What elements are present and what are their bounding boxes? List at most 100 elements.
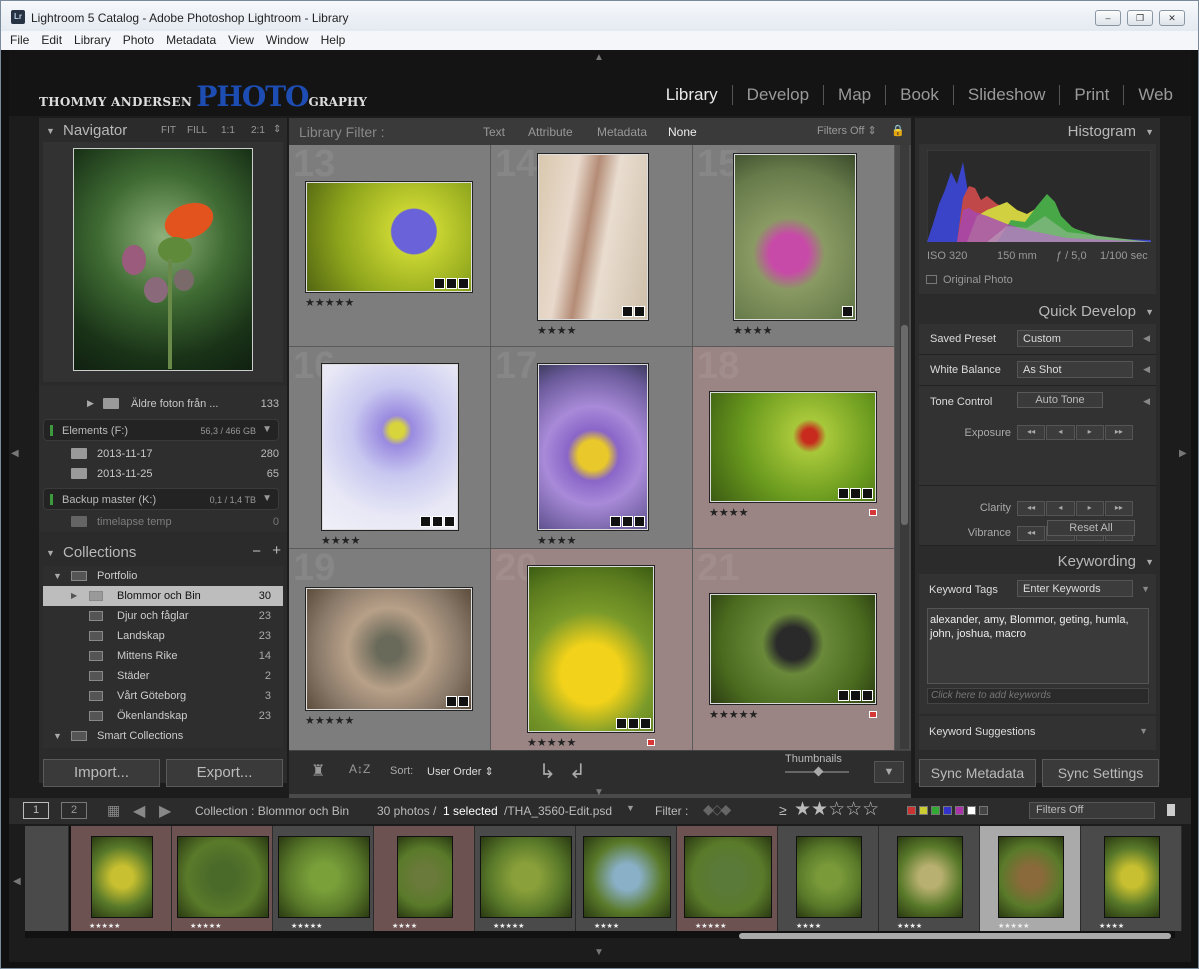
collection-blommor-och-bin[interactable]: ▶ Blommor och Bin 30 xyxy=(43,586,283,606)
metadata-badge-icon[interactable] xyxy=(862,488,873,499)
filmstrip-source[interactable]: Collection : Blommor och Bin xyxy=(195,804,349,818)
star-rating[interactable]: ★★★★★ xyxy=(305,296,354,309)
metadata-badge-icon[interactable] xyxy=(850,488,861,499)
thumbnail-size-slider-handle[interactable] xyxy=(813,766,824,777)
filmstrip-cell[interactable]: ★★★★ xyxy=(576,826,677,931)
filmstrip-cell[interactable]: ★★★★ xyxy=(1081,826,1182,931)
collection-vart-goteborg[interactable]: Vårt Göteborg 3 xyxy=(43,686,283,706)
grid-view-icon[interactable]: ▦ xyxy=(107,802,120,819)
left-panel-toggle-icon[interactable]: ◀ xyxy=(11,448,19,459)
export-button[interactable]: Export... xyxy=(166,759,283,787)
step-up-large[interactable]: ▸▸ xyxy=(1104,425,1133,440)
module-library[interactable]: Library xyxy=(652,85,732,105)
quick-develop-header[interactable]: Quick Develop ▼ xyxy=(915,298,1160,324)
volume-elements[interactable]: Elements (F:) 56,3 / 466 GB ▼ xyxy=(43,419,279,441)
menu-library[interactable]: Library xyxy=(68,31,117,47)
selected-filename[interactable]: /THA_3560-Edit.psd xyxy=(504,804,612,818)
filmstrip-thumbnail[interactable] xyxy=(479,836,572,918)
add-keywords-field[interactable]: Click here to add keywords xyxy=(927,688,1149,704)
zoom-2-1[interactable]: 2:1 xyxy=(251,125,265,136)
filmstrip-thumbnail[interactable] xyxy=(896,836,963,918)
metadata-badge-icon[interactable] xyxy=(862,690,873,701)
metadata-badge-icon[interactable] xyxy=(622,306,633,317)
zoom-1-1[interactable]: 1:1 xyxy=(221,125,235,136)
collection-mittens-rike[interactable]: Mittens Rike 14 xyxy=(43,646,283,666)
star-rating[interactable]: ★★★★★ xyxy=(709,708,758,721)
expand-arrow-icon[interactable]: ▶ xyxy=(87,398,94,409)
zoom-fill[interactable]: FILL xyxy=(187,125,207,136)
remove-collection-button[interactable]: − xyxy=(252,543,261,560)
volume-menu-icon[interactable]: ▼ xyxy=(262,424,272,435)
photo-thumbnail[interactable] xyxy=(733,153,857,321)
spray-can-icon[interactable]: ♜ xyxy=(311,761,325,781)
metadata-badge-icon[interactable] xyxy=(446,278,457,289)
photo-thumbnail[interactable] xyxy=(709,391,877,503)
no-label-swatch[interactable] xyxy=(979,806,988,815)
collapse-triangle-icon[interactable]: ▼ xyxy=(1145,307,1154,317)
photo-thumbnail[interactable] xyxy=(537,363,649,531)
filename-menu-arrow-icon[interactable]: ▼ xyxy=(626,803,635,813)
disclosure-arrow-icon[interactable]: ◀ xyxy=(1143,396,1150,407)
sort-direction-icon[interactable]: A↕Z xyxy=(349,762,370,776)
saved-preset-dropdown[interactable]: Custom xyxy=(1017,330,1133,347)
step-up-large[interactable]: ▸▸ xyxy=(1104,501,1133,516)
navigator-preview[interactable] xyxy=(43,142,283,382)
star-rating[interactable]: ★★★★ xyxy=(537,324,576,337)
star-rating[interactable]: ★★★★ xyxy=(709,506,748,519)
secondary-window-button[interactable]: 2 xyxy=(61,802,87,819)
folder-row-older[interactable]: ▶ Äldre foton från ... 133 xyxy=(39,394,287,414)
toolbar-menu-chevron-icon[interactable]: ▼ xyxy=(874,761,904,783)
grid-thumbnail-cell-21[interactable]: 21 ★★★★★ xyxy=(693,547,895,751)
menu-window[interactable]: Window xyxy=(260,31,315,47)
star-rating[interactable]: ★★★★ xyxy=(537,534,576,547)
bottom-panel-toggle-icon[interactable]: ▼ xyxy=(594,947,604,958)
filter-tab-attribute[interactable]: Attribute xyxy=(528,125,573,139)
filmstrip-cell[interactable]: ★★★★★ xyxy=(980,826,1081,931)
module-print[interactable]: Print xyxy=(1059,85,1123,105)
folder-row-timelapse[interactable]: timelapse temp 0 xyxy=(39,512,287,532)
histogram-header[interactable]: Histogram ▼ xyxy=(915,118,1160,144)
module-book[interactable]: Book xyxy=(885,85,953,105)
star-rating[interactable]: ★★★★ xyxy=(733,324,772,337)
filmstrip-thumbnail[interactable] xyxy=(176,836,269,918)
module-slideshow[interactable]: Slideshow xyxy=(952,85,1060,105)
custom-label-swatch[interactable] xyxy=(967,806,976,815)
filmstrip-thumbnail[interactable] xyxy=(795,836,862,918)
step-down-large[interactable]: ◂◂ xyxy=(1017,425,1046,440)
rotate-right-icon[interactable]: ↲ xyxy=(569,759,586,784)
clarity-stepper[interactable]: ◂◂ ◂ ▸ ▸▸ xyxy=(1017,501,1133,516)
collapse-triangle-icon[interactable]: ▼ xyxy=(1145,127,1154,137)
filmstrip-thumbnail[interactable] xyxy=(997,836,1064,918)
grid-thumbnail-cell-15[interactable]: 15 ★★★★ xyxy=(693,143,895,347)
filmstrip-thumbnail[interactable] xyxy=(90,836,153,918)
menu-edit[interactable]: Edit xyxy=(35,31,68,47)
lock-icon[interactable]: 🔒 xyxy=(891,124,905,137)
expand-arrow-icon[interactable]: ▼ xyxy=(53,571,62,581)
back-arrow-icon[interactable]: ◀ xyxy=(133,801,145,821)
grid-thumbnail-cell-18[interactable]: 18 ★★★★ xyxy=(693,345,895,549)
disclosure-arrow-icon[interactable]: ▼ xyxy=(1141,584,1150,594)
star-rating[interactable]: ★★★★★ xyxy=(305,714,354,727)
metadata-badge-icon[interactable] xyxy=(838,690,849,701)
volume-backup-master[interactable]: Backup master (K:) 0,1 / 1,4 TB ▼ xyxy=(43,488,279,510)
red-label-swatch[interactable] xyxy=(907,806,916,815)
star-rating[interactable]: ★★★★ xyxy=(321,534,360,547)
color-label-filter[interactable] xyxy=(907,806,988,815)
import-button[interactable]: Import... xyxy=(43,759,160,787)
minimize-button[interactable]: – xyxy=(1095,10,1121,26)
collapse-triangle-icon[interactable]: ▼ xyxy=(46,548,55,558)
photo-thumbnail[interactable] xyxy=(709,593,877,705)
collection-set-portfolio[interactable]: ▼ Portfolio xyxy=(43,566,283,586)
zoom-menu-arrow-icon[interactable]: ⇕ xyxy=(273,124,281,135)
filmstrip-scrollbar[interactable] xyxy=(739,933,1171,939)
keywords-textarea[interactable]: alexander, amy, Blommor, geting, humla, … xyxy=(927,608,1149,684)
filmstrip-filter-dropdown[interactable]: Filters Off xyxy=(1029,802,1155,819)
collapse-triangle-icon[interactable]: ▼ xyxy=(1145,557,1154,567)
exposure-stepper[interactable]: ◂◂ ◂ ▸ ▸▸ xyxy=(1017,425,1133,440)
module-develop[interactable]: Develop xyxy=(731,85,823,105)
filmstrip-cell[interactable]: ★★★★★ xyxy=(677,826,778,931)
photo-thumbnail[interactable] xyxy=(305,181,473,293)
filmstrip-thumbnail[interactable] xyxy=(1103,836,1160,918)
module-map[interactable]: Map xyxy=(823,85,885,105)
metadata-badge-icon[interactable] xyxy=(610,516,621,527)
